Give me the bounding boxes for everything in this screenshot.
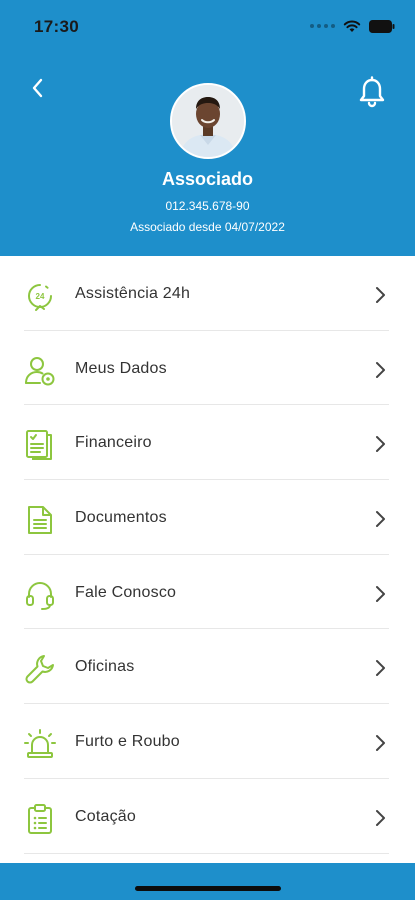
- wrench-icon: [25, 655, 54, 684]
- menu-item-fale-conosco[interactable]: Fale Conosco: [0, 555, 415, 630]
- chevron-right-icon: [376, 660, 385, 677]
- menu-item-label: Fale Conosco: [75, 583, 177, 601]
- clock-24h-icon: 24: [28, 284, 52, 311]
- menu-item-oficinas[interactable]: Oficinas: [0, 629, 415, 704]
- notifications-button[interactable]: [357, 76, 387, 108]
- menu-item-cotacao[interactable]: Cotação: [0, 779, 415, 854]
- chevron-right-icon: [376, 287, 385, 303]
- headset-icon: [26, 581, 54, 610]
- menu-item-label: Furto e Roubo: [75, 733, 180, 751]
- menu-list: 24 Assistência 24h Meus Dados Financeiro: [0, 256, 415, 854]
- member-since: Associado desde 04/07/2022: [130, 220, 285, 234]
- status-icons: [310, 18, 395, 34]
- menu-item-label: Meus Dados: [75, 359, 167, 377]
- chevron-right-icon: [376, 361, 385, 378]
- status-bar: 17:30: [0, 0, 415, 52]
- menu-item-label: Oficinas: [75, 658, 135, 676]
- status-time: 17:30: [34, 17, 79, 36]
- avatar-photo: [172, 85, 244, 157]
- home-indicator[interactable]: [135, 886, 281, 891]
- clipboard-list-icon: [28, 803, 52, 834]
- profile-name: Associado: [161, 169, 254, 189]
- back-button[interactable]: [26, 76, 50, 100]
- member-id: 012.345.678-90: [165, 199, 250, 213]
- chevron-right-icon: [376, 735, 385, 752]
- bottom-bar: [0, 863, 415, 900]
- menu-item-documentos[interactable]: Documentos: [0, 480, 415, 555]
- menu-item-furto-e-roubo[interactable]: Furto e Roubo: [0, 704, 415, 779]
- chevron-right-icon: [376, 585, 385, 602]
- menu-item-assistencia-24h[interactable]: 24 Assistência 24h: [0, 256, 415, 331]
- menu-item-label: Financeiro: [75, 434, 152, 452]
- signal-icon: [310, 24, 335, 28]
- chevron-right-icon: [376, 511, 385, 528]
- svg-text:24: 24: [36, 292, 45, 301]
- chevron-right-icon: [376, 436, 385, 453]
- bell-icon: [359, 76, 385, 108]
- menu-item-label: Cotação: [75, 807, 136, 825]
- user-settings-icon: [25, 356, 55, 386]
- avatar: [170, 83, 246, 159]
- profile-header: 17:30 Associado 012.345.678-90 Associado…: [0, 0, 415, 256]
- menu-item-meus-dados[interactable]: Meus Dados: [0, 331, 415, 406]
- battery-icon: [369, 19, 395, 33]
- wifi-icon: [343, 20, 361, 32]
- menu-item-label: Assistência 24h: [75, 285, 191, 302]
- chevron-right-icon: [376, 809, 385, 826]
- chevron-left-icon: [32, 78, 43, 98]
- menu-item-label: Documentos: [75, 509, 167, 527]
- document-icon: [28, 506, 52, 535]
- financial-document-icon: [26, 430, 52, 461]
- menu-item-financeiro[interactable]: Financeiro: [0, 405, 415, 480]
- siren-icon: [24, 729, 56, 759]
